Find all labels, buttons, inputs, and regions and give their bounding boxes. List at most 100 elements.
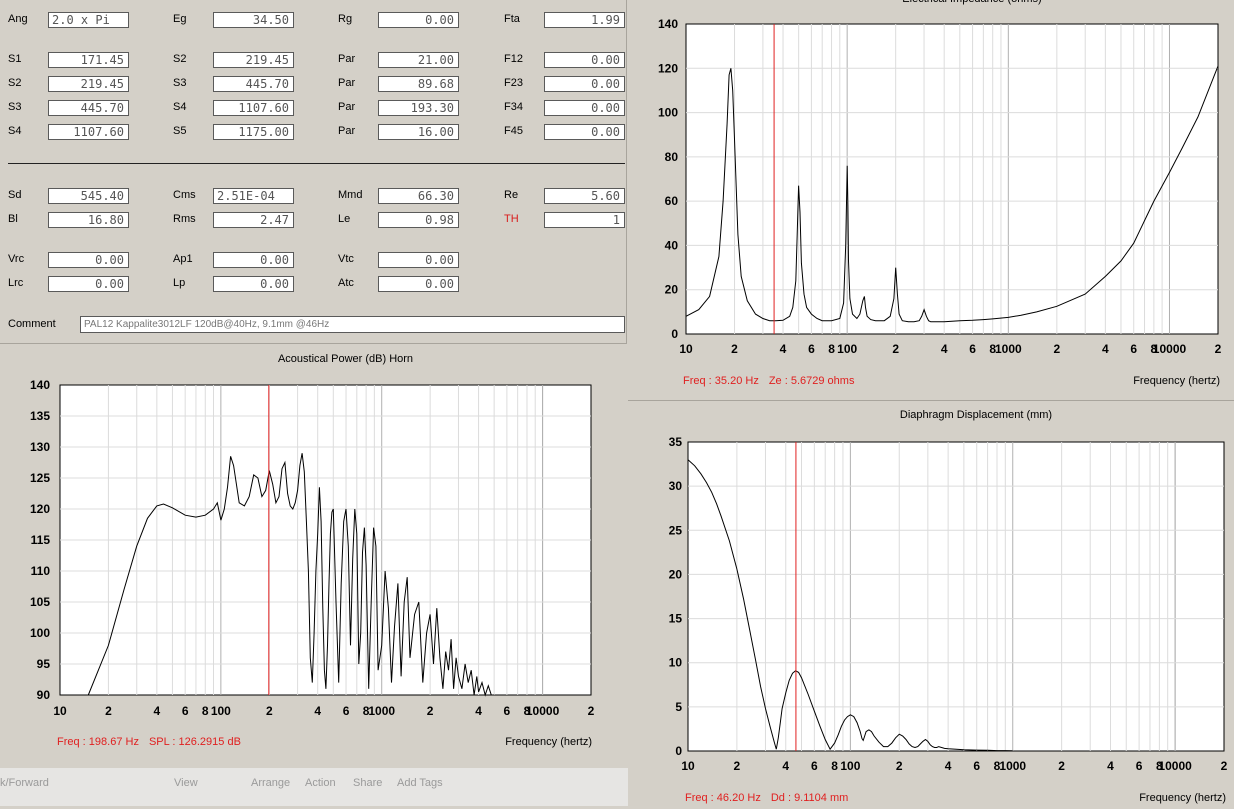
power-window: Acoustical Power (dB) Horn 90 95 100 105 110 1… (0, 345, 626, 768)
y-tick-label: 100 (30, 626, 50, 640)
param-label: Cms (173, 189, 196, 201)
param-label: S2 (8, 77, 22, 89)
x-tick-label: 4 (154, 704, 161, 718)
y-tick-label: 90 (37, 688, 51, 702)
add-tags-button[interactable]: Add Tags (397, 777, 443, 789)
parameters-panel: Ang 2.0 x Pi Eg 34.50 Rg 0.00 Fta 1.99 S1 171.45 S… (0, 0, 627, 344)
param-label: S3 (173, 77, 187, 89)
x-tick-label: 8 (202, 704, 209, 718)
y-tick-label: 60 (665, 194, 679, 208)
x-tick-label: 2 (1058, 759, 1065, 773)
param-input[interactable]: 66.30 (378, 188, 459, 204)
y-tick-label: 110 (31, 564, 51, 578)
x-tick-label: 10 (679, 342, 693, 356)
y-tick-label: 140 (658, 17, 678, 31)
displacement-chart: Diaphragm Displacement (mm) 0 5 10 15 20 25 30 3… (669, 409, 1228, 804)
param-input[interactable]: 171.45 (48, 52, 129, 68)
param-label: Vtc (338, 253, 354, 265)
param-input[interactable]: 0.00 (378, 12, 459, 28)
impedance-window: Electrical Impedance (ohms) 0 20 40 60 80 100 1… (628, 0, 1234, 401)
y-tick-label: 130 (30, 440, 50, 454)
x-tick-label: 2 (588, 704, 595, 718)
param-input[interactable]: 0.98 (378, 212, 459, 228)
param-input[interactable]: 0.00 (544, 76, 625, 92)
x-tick-label: 8 (828, 342, 835, 356)
y-tick-label: 120 (658, 61, 678, 75)
param-input[interactable]: 1107.60 (48, 124, 129, 140)
cursor-readout: Freq : 46.20 Hz Dd : 9.1104 mm (685, 792, 848, 804)
param-label: Bl (8, 213, 18, 225)
x-tick-label: 6 (343, 704, 350, 718)
comment-label: Comment (8, 318, 56, 330)
readout-separator: : (80, 736, 89, 748)
readout-separator: : (708, 792, 717, 804)
param-input[interactable]: 2.0 x Pi (48, 12, 129, 28)
x-tick-label: 6 (811, 759, 818, 773)
param-input[interactable]: 445.70 (213, 76, 294, 92)
param-input[interactable]: 0.00 (544, 124, 625, 140)
param-input[interactable]: 34.50 (213, 12, 294, 28)
param-input[interactable]: 1107.60 (213, 100, 294, 116)
param-input[interactable]: 21.00 (378, 52, 459, 68)
param-input[interactable]: 2.47 (213, 212, 294, 228)
param-input[interactable]: 193.30 (378, 100, 459, 116)
param-input[interactable]: 2.51E-04 (213, 188, 294, 204)
x-tick-label: 1000 (999, 759, 1026, 773)
param-input[interactable]: 0.00 (213, 276, 294, 292)
y-tick-label: 0 (675, 744, 682, 758)
x-axis-label: Frequency (hertz) (505, 736, 592, 748)
param-label: Lrc (8, 277, 24, 289)
param-input[interactable]: 1.99 (544, 12, 625, 28)
arrange-button[interactable]: Arrange (251, 777, 290, 789)
y-tick-label: 10 (669, 656, 683, 670)
acoustical-power-chart: Acoustical Power (dB) Horn 90 95 100 105 110 1… (30, 353, 595, 748)
param-label: S5 (173, 125, 187, 137)
param-label: Rms (173, 213, 196, 225)
param-input[interactable]: 219.45 (48, 76, 129, 92)
y-tick-label: 40 (665, 238, 679, 252)
param-input[interactable]: 0.00 (48, 252, 129, 268)
plot-area (685, 23, 1219, 335)
param-input[interactable]: 16.00 (378, 124, 459, 140)
action-button[interactable]: Action (305, 777, 336, 789)
param-input[interactable]: 0.00 (48, 276, 129, 292)
x-tick-label: 2 (427, 704, 434, 718)
x-tick-label: 2 (892, 342, 899, 356)
param-input[interactable]: 219.45 (213, 52, 294, 68)
param-input[interactable]: 545.40 (48, 188, 129, 204)
x-tick-label: 6 (504, 704, 511, 718)
param-label: Ap1 (173, 253, 193, 265)
readout-value: 9.1104 mm (794, 792, 848, 804)
param-input[interactable]: 16.80 (48, 212, 129, 228)
param-input[interactable]: 0.00 (378, 276, 459, 292)
plot-area (687, 441, 1225, 752)
param-label: S1 (8, 53, 22, 65)
view-button[interactable]: View (174, 777, 198, 789)
x-tick-label: 8 (831, 759, 838, 773)
param-label: F34 (504, 101, 523, 113)
x-tick-label: 6 (973, 759, 980, 773)
x-tick-label: 10 (53, 704, 67, 718)
param-input[interactable]: 0.00 (544, 52, 625, 68)
param-input[interactable]: 1175.00 (213, 124, 294, 140)
param-input[interactable]: 0.00 (378, 252, 459, 268)
y-tick-label: 140 (30, 378, 50, 392)
y-tick-label: 35 (669, 435, 683, 449)
y-tick-label: 95 (37, 657, 51, 671)
param-label: Sd (8, 189, 22, 201)
x-tick-label: 4 (1102, 342, 1109, 356)
x-tick-label: 2 (896, 759, 903, 773)
readout-value: 126.2915 dB (179, 736, 241, 748)
y-tick-label: 120 (30, 502, 50, 516)
param-input[interactable]: 1 (544, 212, 625, 228)
param-input[interactable]: 0.00 (544, 100, 625, 116)
param-input[interactable]: 0.00 (213, 252, 294, 268)
param-input[interactable]: 445.70 (48, 100, 129, 116)
x-axis-label: Frequency (hertz) (1139, 792, 1226, 804)
param-input[interactable]: 89.68 (378, 76, 459, 92)
comment-field[interactable]: PAL12 Kappalite3012LF 120dB@40Hz, 9.1mm … (80, 316, 625, 333)
y-tick-label: 5 (675, 700, 682, 714)
share-button[interactable]: Share (353, 777, 382, 789)
back-forward-button[interactable]: k/Forward (0, 777, 49, 789)
param-input[interactable]: 5.60 (544, 188, 625, 204)
